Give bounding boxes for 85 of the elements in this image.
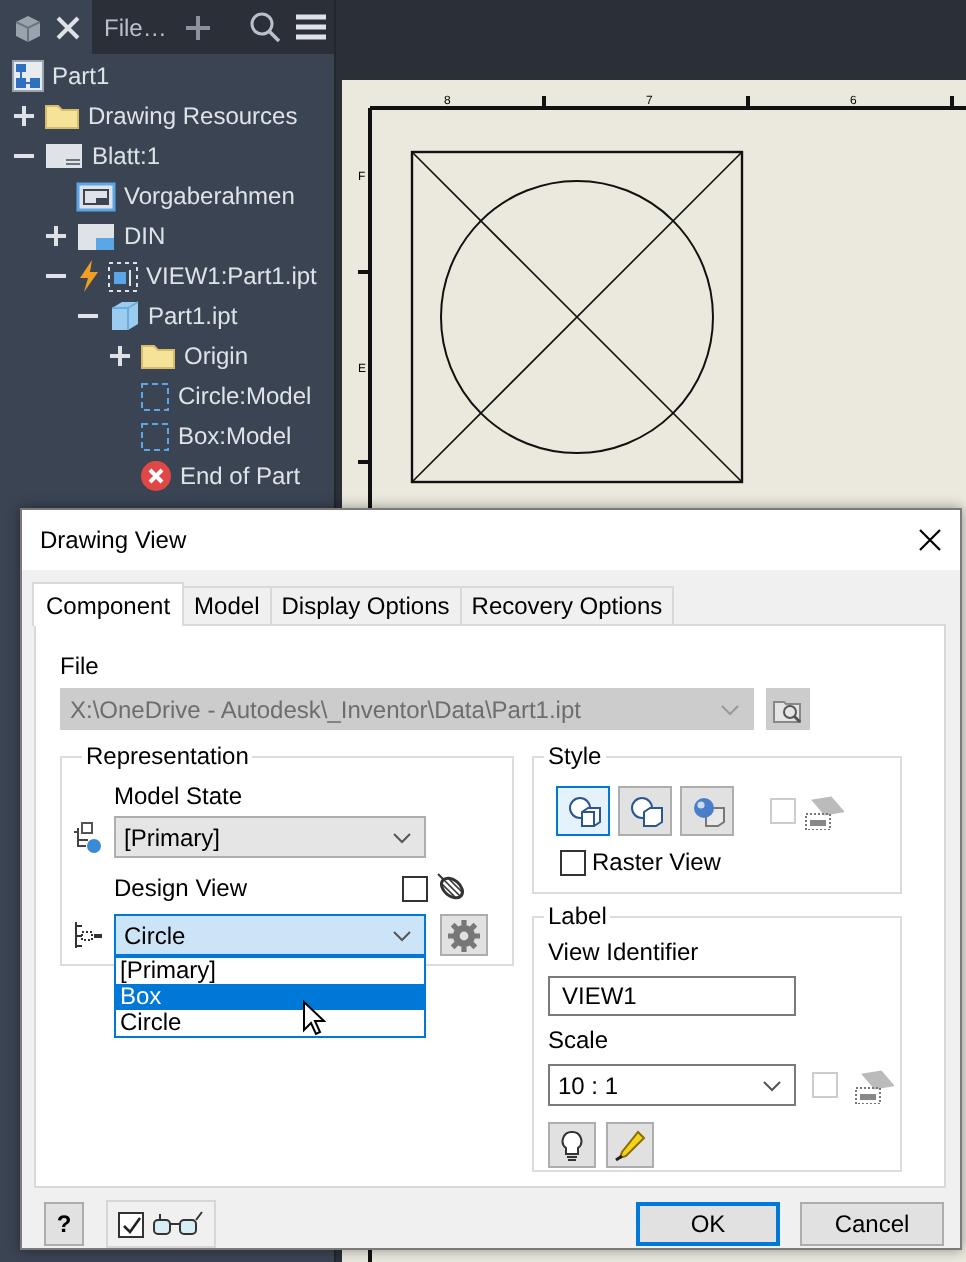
dashed-box-icon: [140, 421, 170, 451]
caret-icon: [762, 1079, 782, 1091]
cube-icon: [12, 11, 44, 43]
dashed-box-icon: [140, 381, 170, 411]
field-label: Model State: [114, 782, 245, 812]
tree-item[interactable]: Blatt:1: [92, 142, 161, 170]
field-label: File: [60, 652, 101, 682]
tree-item[interactable]: DIN: [124, 222, 166, 250]
tab[interactable]: Display Options: [269, 586, 462, 624]
help-button[interactable]: ?: [44, 1202, 84, 1246]
group-title: Representation: [84, 742, 251, 770]
sphere-cube-icon: [689, 793, 725, 829]
settings-button[interactable]: [440, 914, 488, 956]
tab[interactable]: Recovery Options: [459, 586, 675, 624]
tree-item[interactable]: Part1.ipt: [148, 302, 238, 330]
lightning-icon: [76, 260, 100, 292]
bulb-icon: [560, 1129, 584, 1161]
frame-icon: [76, 181, 116, 211]
gear-icon: [448, 919, 480, 951]
view-identifier-field[interactable]: VIEW1: [548, 976, 796, 1016]
tree-item[interactable]: Circle:Model: [178, 382, 312, 410]
checkbox[interactable]: [118, 1211, 144, 1237]
pencil-icon: [614, 1129, 646, 1161]
checkbox[interactable]: [560, 849, 586, 875]
pencil-button[interactable]: [606, 1122, 654, 1168]
close-icon[interactable]: [56, 15, 80, 39]
bulb-button[interactable]: [548, 1122, 596, 1168]
glasses-icon: [436, 872, 468, 904]
tree-item[interactable]: Part1: [52, 62, 110, 90]
group-title: Label: [546, 902, 609, 930]
group-title: Style: [546, 742, 604, 770]
tree-item[interactable]: Drawing Resources: [88, 102, 298, 130]
view-icon: [108, 261, 138, 291]
tree-item[interactable]: Vorgaberahmen: [124, 182, 295, 210]
folder-icon: [44, 102, 80, 130]
caret-icon: [720, 703, 740, 715]
plus-icon: [186, 15, 211, 39]
glasses-icon: [152, 1210, 204, 1238]
expand-toggle[interactable]: [12, 104, 36, 128]
tree-diagram-icon: [72, 821, 104, 853]
search-icon: [250, 12, 280, 42]
design-view-dropdown[interactable]: Circle: [114, 914, 426, 956]
tree-item[interactable]: Box:Model: [178, 422, 292, 450]
preview-toggle[interactable]: [106, 1200, 216, 1248]
field-label: Design View: [114, 874, 247, 902]
tree-item[interactable]: End of Part: [180, 462, 301, 490]
tab[interactable]: Component: [32, 582, 185, 626]
tree-item[interactable]: VIEW1:Part1.ipt: [146, 262, 317, 290]
checkbox[interactable]: [402, 875, 428, 901]
style-button[interactable]: [680, 786, 734, 836]
field-label: Scale: [548, 1026, 611, 1056]
caret-icon: [392, 831, 412, 843]
dropdown-option[interactable]: Box: [116, 984, 424, 1010]
dropdown-option[interactable]: [Primary]: [116, 958, 424, 984]
check-icon: [120, 1213, 142, 1235]
style-button[interactable]: [556, 786, 610, 836]
layers-icon: [804, 793, 844, 829]
folder-icon: [140, 342, 176, 370]
dialog-button[interactable]: OK: [636, 1202, 780, 1246]
cube-icon: [108, 300, 140, 332]
menu-icon: [296, 14, 326, 40]
checkbox-label: Raster View: [592, 848, 721, 876]
style-button[interactable]: [618, 786, 672, 836]
folder-search-icon: [772, 695, 804, 723]
dropdown-option[interactable]: Circle: [116, 1010, 424, 1036]
cross-circle-icon: [140, 460, 172, 492]
structure-icon: [12, 60, 44, 92]
layers-icon: [854, 1067, 894, 1103]
expand-toggle[interactable]: [44, 224, 68, 248]
close-icon: [918, 528, 942, 552]
dialog-button[interactable]: Cancel: [800, 1202, 944, 1246]
browser-tab[interactable]: [0, 0, 92, 54]
caret-icon: [392, 929, 412, 941]
tree-item[interactable]: Origin: [184, 342, 249, 370]
model-state-dropdown[interactable]: [Primary]: [114, 816, 426, 858]
field-label: View Identifier: [548, 938, 701, 968]
sphere-cube-icon: [627, 793, 663, 829]
window-title: Drawing View: [40, 526, 187, 554]
sheet-icon: [44, 142, 84, 170]
sphere-cube-icon: [565, 793, 601, 829]
tree-diagram-icon: [72, 919, 104, 951]
title-block-icon: [76, 221, 116, 251]
expand-toggle[interactable]: [108, 344, 132, 368]
browse-button[interactable]: [766, 688, 810, 730]
scale-dropdown[interactable]: 10 : 1: [548, 1064, 796, 1106]
